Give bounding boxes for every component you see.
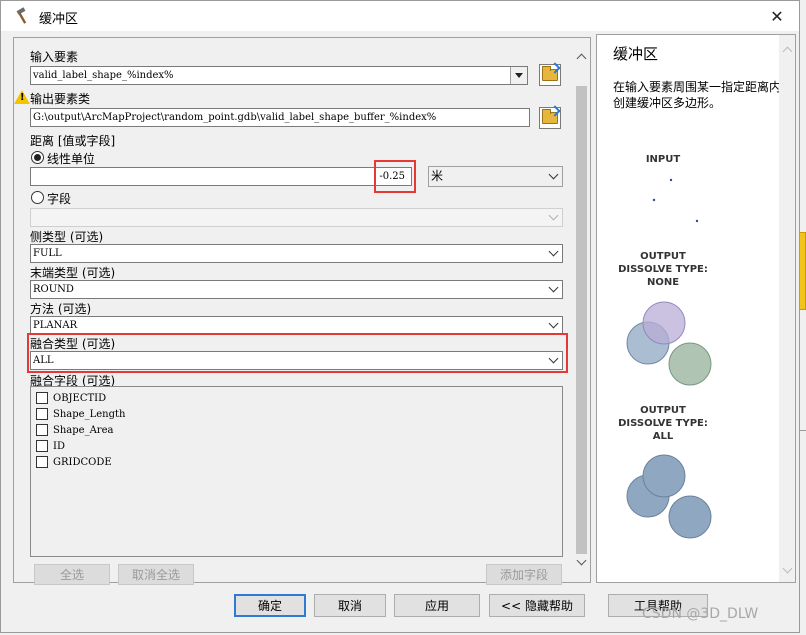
clear-all-button[interactable]: 取消全选 bbox=[118, 564, 194, 585]
input-point bbox=[695, 219, 699, 223]
output-features-label: 输出要素类 bbox=[30, 92, 91, 106]
diagram-all-line3: ALL bbox=[652, 431, 674, 442]
output-features-field[interactable]: G:\output\ArcMapProject\random_point.gdb… bbox=[30, 108, 530, 127]
list-item[interactable]: Shape_Area bbox=[36, 423, 113, 437]
diagram-none-line2: DISSOLVE TYPE: bbox=[618, 264, 708, 275]
hide-help-button[interactable]: << 隐藏帮助 bbox=[489, 594, 585, 617]
window-title: 缓冲区 bbox=[39, 12, 79, 27]
scroll-up-icon[interactable] bbox=[573, 48, 590, 65]
buffer-circle bbox=[668, 342, 712, 386]
checkbox[interactable] bbox=[36, 440, 48, 452]
parameters-pane: 输入要素 valid_label_shape_%index% ! 输出要素类 G… bbox=[13, 37, 591, 585]
distance-field-dropdown[interactable] bbox=[30, 208, 563, 227]
side-type-label: 侧类型 (可选) bbox=[30, 230, 104, 244]
list-item[interactable]: Shape_Length bbox=[36, 407, 125, 421]
help-scrollbar[interactable] bbox=[779, 35, 795, 582]
unit-value: 米 bbox=[431, 169, 444, 183]
dissolve-highlight-box bbox=[27, 333, 568, 373]
open-folder-icon bbox=[542, 66, 558, 81]
checkbox[interactable] bbox=[36, 424, 48, 436]
input-features-combo[interactable]: valid_label_shape_%index% bbox=[30, 66, 528, 85]
buffer-circle bbox=[668, 495, 712, 539]
help-pane: 缓冲区 在输入要素周围某一指定距离内创建缓冲区多边形。 INPUT OUTPUT… bbox=[596, 34, 796, 583]
form-scrollbar[interactable] bbox=[573, 38, 590, 582]
chevron-down-icon bbox=[545, 245, 562, 262]
unit-dropdown[interactable]: 米 bbox=[428, 166, 563, 187]
chevron-down-icon bbox=[545, 168, 562, 185]
dissolve-fields-list: OBJECTID Shape_Length Shape_Area ID GRID… bbox=[30, 386, 563, 557]
end-type-dropdown[interactable]: ROUND bbox=[30, 280, 563, 299]
side-type-value: FULL bbox=[33, 248, 62, 259]
buffer-circle bbox=[642, 454, 686, 498]
help-title: 缓冲区 bbox=[613, 45, 659, 63]
output-features-value: G:\output\ArcMapProject\random_point.gdb… bbox=[33, 112, 437, 123]
browse-input-button[interactable] bbox=[539, 64, 561, 86]
end-type-value: ROUND bbox=[33, 284, 74, 295]
close-button[interactable]: ✕ bbox=[755, 1, 799, 31]
title-bar: 缓冲区 ✕ bbox=[1, 1, 799, 31]
input-point bbox=[652, 198, 656, 202]
dissolve-none-diagram bbox=[626, 301, 712, 386]
input-points-diagram bbox=[652, 178, 699, 223]
side-type-dropdown[interactable]: FULL bbox=[30, 244, 563, 263]
field-radio-label: 字段 bbox=[47, 192, 72, 206]
list-item[interactable]: ID bbox=[36, 439, 65, 453]
list-item[interactable]: GRIDCODE bbox=[36, 455, 112, 469]
field-radio[interactable] bbox=[31, 191, 44, 204]
diagram-all-line1: OUTPUT bbox=[640, 405, 686, 416]
input-features-label: 输入要素 bbox=[30, 50, 79, 64]
diagram-none-line1: OUTPUT bbox=[640, 251, 686, 262]
diagram-input-caption: INPUT bbox=[645, 154, 681, 165]
linear-distance-input[interactable]: -0.25 bbox=[30, 167, 412, 186]
linear-unit-label: 线性单位 bbox=[47, 152, 96, 166]
help-description: 在输入要素周围某一指定距离内创建缓冲区多边形。 bbox=[613, 80, 782, 110]
ok-button[interactable]: 确定 bbox=[234, 594, 306, 617]
scroll-down-icon[interactable] bbox=[779, 562, 795, 578]
open-folder-icon bbox=[542, 109, 558, 124]
input-features-value: valid_label_shape_%index% bbox=[33, 70, 174, 81]
scroll-up-icon[interactable] bbox=[779, 41, 795, 57]
checkbox[interactable] bbox=[36, 456, 48, 468]
diagram-none-line3: NONE bbox=[646, 277, 680, 288]
scroll-down-icon[interactable] bbox=[573, 554, 590, 571]
cancel-button[interactable]: 取消 bbox=[314, 594, 386, 617]
method-label: 方法 (可选) bbox=[30, 302, 92, 316]
distance-label: 距离 [值或字段] bbox=[30, 134, 116, 148]
apply-button[interactable]: 应用 bbox=[394, 594, 480, 617]
method-value: PLANAR bbox=[33, 320, 78, 331]
buffer-circle bbox=[642, 301, 686, 345]
buffer-dialog: 缓冲区 ✕ 输入要素 valid_label_shape_%index% ! 输… bbox=[0, 0, 800, 633]
checkbox[interactable] bbox=[36, 392, 48, 404]
add-field-button[interactable]: 添加字段 bbox=[486, 564, 562, 585]
linear-unit-radio[interactable] bbox=[31, 151, 44, 164]
input-point bbox=[669, 178, 673, 182]
end-type-label: 末端类型 (可选) bbox=[30, 266, 116, 280]
chevron-down-icon bbox=[545, 209, 562, 226]
scrollbar-thumb[interactable] bbox=[576, 86, 587, 554]
watermark: CSDN @3D_DLW bbox=[642, 606, 759, 622]
hammer-icon bbox=[16, 7, 27, 24]
chevron-down-icon bbox=[545, 281, 562, 298]
distance-highlight-box bbox=[374, 160, 416, 193]
close-icon: ✕ bbox=[770, 6, 784, 26]
select-all-button[interactable]: 全选 bbox=[34, 564, 110, 585]
diagram-all-line2: DISSOLVE TYPE: bbox=[618, 418, 708, 429]
list-item[interactable]: OBJECTID bbox=[36, 391, 106, 405]
checkbox[interactable] bbox=[36, 408, 48, 420]
dropdown-arrow-icon[interactable] bbox=[510, 67, 527, 84]
dissolve-all-diagram bbox=[626, 454, 712, 539]
chevron-down-icon bbox=[545, 317, 562, 334]
browse-output-button[interactable] bbox=[539, 107, 561, 129]
